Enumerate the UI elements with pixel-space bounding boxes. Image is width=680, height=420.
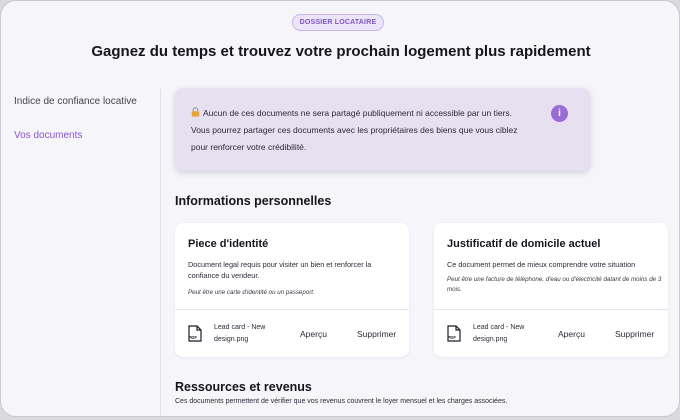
dossier-badge: DOSSIER LOCATAIRE (292, 14, 384, 31)
document-card-proof-of-address: Justificatif de domicile actuel Ce docum… (434, 223, 668, 357)
document-card-identity: Piece d'identité Document legal requis p… (175, 223, 409, 357)
page-title: Gagnez du temps et trouvez votre prochai… (91, 43, 591, 60)
sidebar: Indice de confiance locative Vos documen… (1, 89, 161, 416)
privacy-info-box: Aucun de ces documents ne sera partagé p… (175, 88, 590, 171)
info-text-2: Vous pourrez partager ces documents avec… (191, 125, 518, 135)
section-title-resources: Ressources et revenus (175, 380, 312, 394)
sidebar-item-confidence-index[interactable]: Indice de confiance locative (14, 96, 137, 107)
pdf-file-icon: PDF (188, 325, 202, 342)
delete-button[interactable]: Supprimer (615, 329, 654, 339)
delete-button[interactable]: Supprimer (357, 329, 396, 339)
preview-button[interactable]: Aperçu (300, 329, 327, 339)
info-text-3: pour renforcer votre crédibilité. (191, 142, 307, 152)
card-description: Document legal requis pour visiter un bi… (188, 260, 372, 280)
file-row: PDF Lead card - New design.png Aperçu Su… (175, 310, 409, 357)
pdf-label: PDF (189, 335, 198, 340)
section-title-personal: Informations personnelles (175, 194, 332, 208)
section-description-resources: Ces documents permettent de vérifier que… (175, 398, 508, 405)
info-text-1: Aucun de ces documents ne sera partagé p… (203, 108, 513, 118)
preview-button[interactable]: Aperçu (558, 329, 585, 339)
card-title: Justificatif de domicile actuel (447, 238, 601, 250)
file-name[interactable]: Lead card - New design.png (473, 322, 543, 346)
pdf-label: PDF (448, 335, 457, 340)
pdf-file-icon: PDF (447, 325, 461, 342)
file-row: PDF Lead card - New design.png Aperçu Su… (434, 310, 668, 357)
card-note: Peut être une facture de téléphone, d'ea… (447, 276, 662, 293)
sidebar-divider (160, 89, 161, 416)
card-description: Ce document permet de mieux comprendre v… (447, 260, 636, 269)
card-title: Piece d'identité (188, 238, 269, 250)
file-name[interactable]: Lead card - New design.png (214, 322, 284, 346)
info-icon[interactable]: i (551, 105, 568, 122)
card-note: Peut être une carte d'identité ou un pas… (188, 289, 315, 296)
info-line: Aucun de ces documents ne sera partagé p… (191, 107, 512, 118)
lock-icon (191, 107, 200, 117)
app-window: DOSSIER LOCATAIRE Gagnez du temps et tro… (0, 0, 680, 417)
sidebar-item-documents[interactable]: Vos documents (14, 130, 82, 141)
